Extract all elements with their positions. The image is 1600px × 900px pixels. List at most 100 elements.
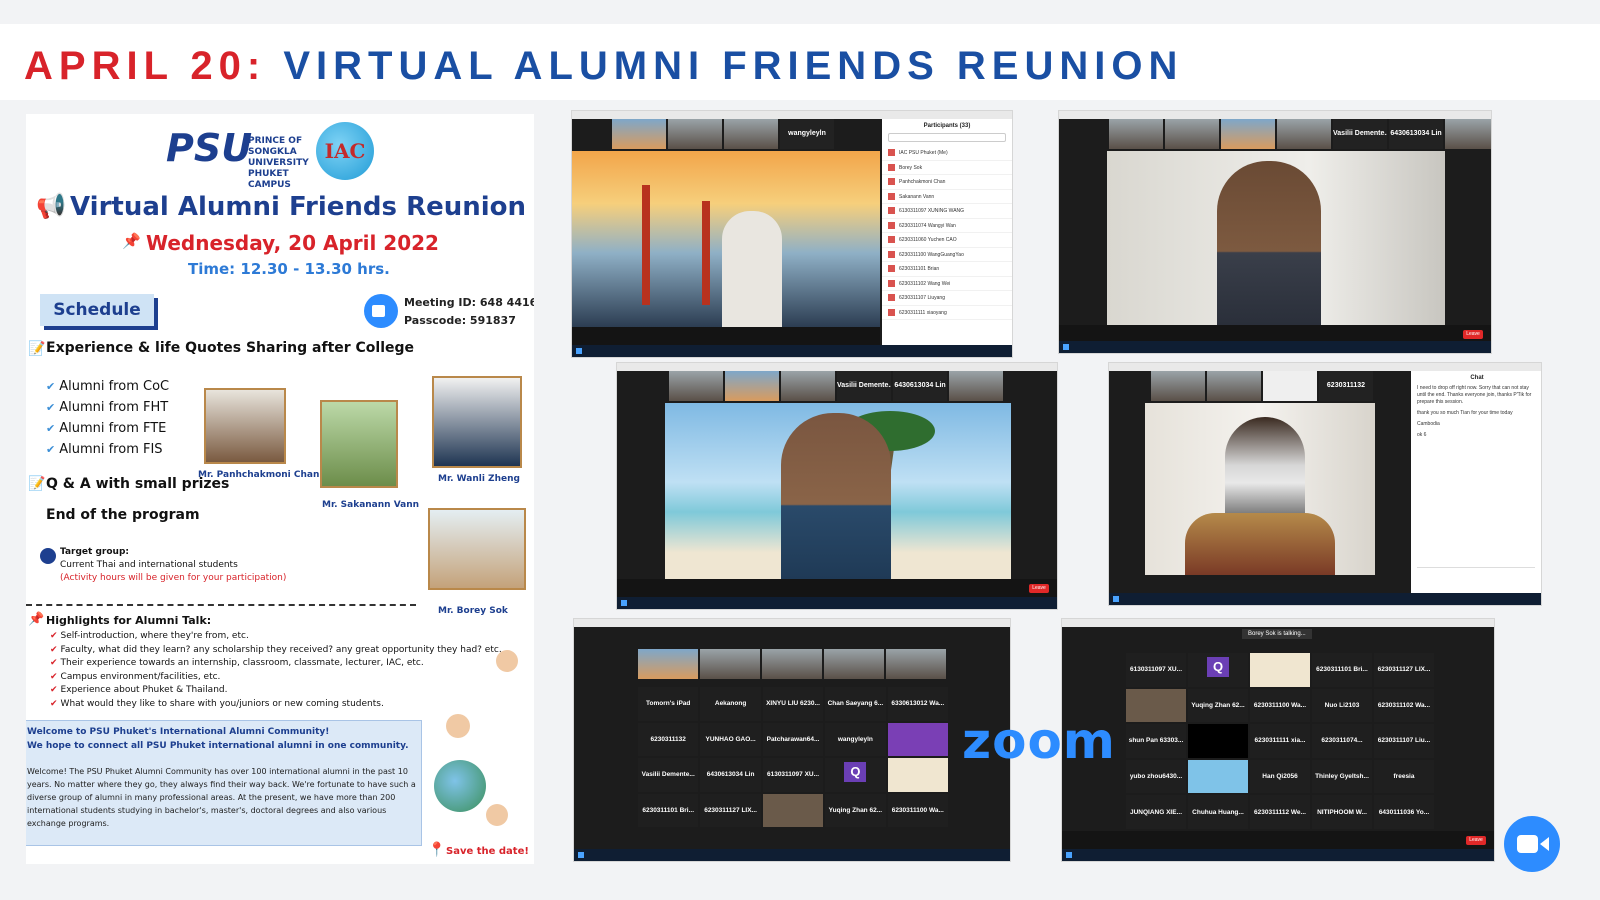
windows-icon[interactable] (578, 852, 584, 858)
gallery-tile (762, 793, 824, 827)
meeting-controls (572, 327, 880, 347)
gallery-tile: 6230311112 We... (1250, 795, 1310, 829)
megaphone-icon: 📢 (36, 192, 66, 220)
chat-message: I need to drop off right now. Sorry that… (1417, 385, 1532, 405)
highlight-item: What would they like to share with you/j… (50, 698, 502, 712)
video-tile (700, 649, 760, 679)
checklist-icon: 📝 (28, 476, 46, 492)
gallery-tile (887, 722, 948, 756)
zoom-screenshot-1: wangyleyln Participants (33) IAC PSU Phu… (571, 110, 1013, 358)
alumni-item: Alumni from FIS (46, 439, 169, 460)
chat-panel: Chat I need to drop off right now. Sorry… (1411, 371, 1541, 595)
participant-row[interactable]: 6230311074 Wangyi Wan (882, 219, 1012, 233)
chat-message: thank you so much Tian for your time tod… (1417, 410, 1513, 416)
video-strip: Vasilii Demente... 6430613034 Lin (1109, 119, 1491, 149)
gallery-tile: shun Pan 63303... (1126, 724, 1186, 758)
participant-row[interactable]: IAC PSU Phuket (Me) (882, 146, 1012, 161)
speaker-photo (428, 508, 526, 590)
taskbar (572, 345, 1012, 357)
gallery-tile: Aekanong (700, 687, 761, 721)
section-qa: Q & A with small prizes (46, 476, 230, 492)
leave-button[interactable]: Leave (1463, 330, 1483, 339)
welcome-line-1: Welcome to PSU Phuket's International Al… (27, 727, 330, 737)
participant-row[interactable]: 6230311100 WangGuangYao (882, 248, 1012, 262)
windows-icon[interactable] (1066, 852, 1072, 858)
chat-message: Cambodia (1417, 421, 1440, 427)
participant-row[interactable]: 6230311102 Wang Wei (882, 277, 1012, 291)
participant-search-input[interactable] (888, 133, 1006, 142)
window-titlebar (1109, 363, 1541, 371)
gallery-tile: Han Qi2056 (1250, 759, 1310, 794)
zoom-camera-icon (1504, 816, 1560, 872)
gallery-tile: freesia (1374, 759, 1434, 794)
participant-row[interactable]: 6230311107 Liuyang (882, 291, 1012, 306)
participants-panel: Participants (33) IAC PSU Phuket (Me) Bo… (882, 119, 1012, 347)
video-tile (886, 649, 946, 679)
participant-row[interactable]: Sakanann Vann (882, 190, 1012, 204)
meeting-id: Meeting ID: 648 4416 91 (404, 296, 534, 309)
highlights-head: Highlights for Alumni Talk: (46, 614, 212, 627)
video-tile (1151, 371, 1205, 401)
gallery-tile: 6230311074... (1312, 724, 1372, 758)
target-head: Target group: (60, 547, 129, 557)
gallery-tile: 6430613034 Lin (700, 758, 761, 792)
windows-icon[interactable] (1113, 596, 1119, 602)
video-tile (1445, 119, 1491, 149)
video-tile-name: 6430613034 Lin (893, 371, 947, 401)
video-tile (1109, 119, 1163, 149)
leave-button[interactable]: Leave (1029, 584, 1049, 593)
alumni-item: Alumni from FHT (46, 397, 169, 418)
gallery-tile: Nuo Li2103 (1312, 688, 1372, 723)
gallery-tile: 6230311127 LIX... (700, 793, 761, 827)
participant-row[interactable]: 6130311097 XUNING WANG (882, 204, 1012, 219)
gallery-tile: 6130311097 XU... (762, 758, 824, 792)
taskbar (617, 597, 1057, 609)
speaker-video (1145, 403, 1375, 575)
windows-icon[interactable] (1063, 344, 1069, 350)
chat-input[interactable] (1417, 567, 1535, 587)
alumni-list: Alumni from CoC Alumni from FHT Alumni f… (46, 376, 169, 460)
meeting-controls: Leave (1062, 831, 1494, 851)
video-strip: wangyleyln (612, 119, 834, 149)
highlight-item: Experience about Phuket & Thailand. (50, 684, 502, 698)
alumni-item: Alumni from FTE (46, 418, 169, 439)
zoom-screenshot-3: Vasilii Demente... 6430613034 Lin Leave (616, 362, 1058, 610)
video-tile (1221, 119, 1275, 149)
page-title: APRIL 20: VIRTUAL ALUMNI FRIENDS REUNION (24, 44, 1183, 89)
video-tile-name: wangyleyln (780, 119, 834, 149)
video-tile (1207, 371, 1261, 401)
welcome-box: Welcome to PSU Phuket's International Al… (26, 720, 422, 846)
gallery-tile: Patcharawan64... (762, 722, 824, 756)
video-tile-name: Vasilii Demente... (837, 371, 891, 401)
gallery-tile: Thinley Gyeltsh... (1312, 759, 1372, 794)
welcome-line-2: We hope to connect all PSU Phuket intern… (27, 741, 409, 751)
talking-indicator: Borey Sok is talking... (1242, 629, 1312, 639)
speaker-caption: Mr. Borey Sok (438, 606, 508, 616)
participant-row[interactable]: Panhchakmoni Chan (882, 175, 1012, 190)
participant-row[interactable]: 6230311060 Yuchen CAO (882, 233, 1012, 248)
windows-icon[interactable] (621, 600, 627, 606)
window-titlebar (617, 363, 1057, 371)
participant-row[interactable]: 6230311111 xiaoyang (882, 306, 1012, 320)
chat-message: ok 6 (1417, 432, 1427, 438)
speaker-photo (320, 400, 398, 488)
windows-icon[interactable] (576, 348, 582, 354)
video-tile-name: Vasilii Demente... (1333, 119, 1387, 149)
gallery-tile: Tomorn's iPad (638, 687, 699, 721)
video-strip: Vasilii Demente... 6430613034 Lin (669, 371, 1003, 401)
zoom-camera-icon (364, 294, 398, 328)
leave-button[interactable]: Leave (1466, 836, 1486, 845)
location-pin-icon: 📍 (428, 842, 446, 858)
participant-row[interactable]: 6230311101 Brian (882, 262, 1012, 277)
zoom-screenshot-4: 6230311132 Chat I need to drop off right… (1108, 362, 1542, 606)
gallery-tile: Yuqing Zhan 62... (825, 793, 886, 827)
gallery-grid: Tomorn's iPad Aekanong XINYU LIU 6230...… (638, 687, 948, 827)
target-group: Target group: Current Thai and internati… (60, 546, 340, 585)
video-tile (949, 371, 1003, 401)
highlight-item: Faculty, what did they learn? any schola… (50, 644, 502, 658)
participant-row[interactable]: Borey Sok (882, 161, 1012, 175)
header-bar: APRIL 20: VIRTUAL ALUMNI FRIENDS REUNION (0, 24, 1600, 100)
video-strip: 6230311132 (1151, 371, 1373, 401)
gallery-tile (1188, 759, 1248, 794)
window-titlebar (1059, 111, 1491, 119)
